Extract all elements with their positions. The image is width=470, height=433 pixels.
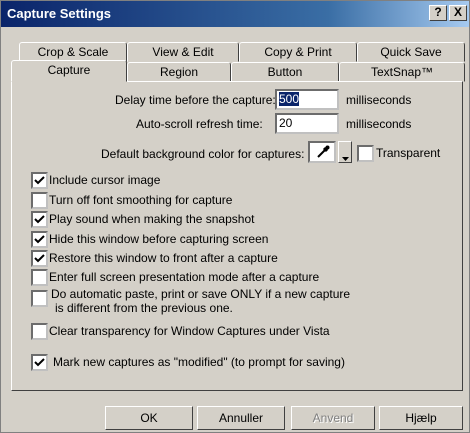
option-label: Enter full screen presentation mode afte…	[49, 270, 320, 284]
transparent-checkbox[interactable]	[357, 145, 374, 162]
checkmark-icon	[34, 235, 45, 244]
ok-button[interactable]: OK	[105, 406, 193, 430]
apply-button-label: Anvend	[312, 411, 354, 425]
eyedropper-icon	[315, 144, 331, 163]
ok-button-label: OK	[140, 411, 158, 425]
option-label: Do automatic paste, print or save ONLY i…	[51, 287, 351, 301]
option-label: Hide this window before capturing screen	[49, 232, 269, 246]
transparent-label: Transparent	[376, 146, 441, 160]
checkmark-icon	[34, 254, 45, 263]
option-label: Include cursor image	[49, 173, 161, 187]
tab-copy-print[interactable]: Copy & Print	[239, 42, 357, 62]
autoscroll-input[interactable]: 20	[275, 113, 339, 134]
capture-settings-dialog: Capture Settings ? X Crop & Scale View &…	[0, 0, 470, 433]
chevron-down-icon	[342, 150, 349, 164]
option-checkbox[interactable]	[31, 269, 48, 286]
tab-crop-scale[interactable]: Crop & Scale	[19, 42, 127, 62]
tab-capture[interactable]: Capture	[11, 60, 127, 82]
tab-textsnap[interactable]: TextSnap™	[339, 62, 465, 82]
color-dropdown-button[interactable]	[338, 141, 352, 163]
checkmark-icon	[34, 215, 45, 224]
apply-button[interactable]: Anvend	[291, 406, 375, 430]
close-button[interactable]: X	[449, 5, 467, 21]
option-label: Clear transparency for Window Captures u…	[49, 324, 330, 338]
option-checkbox[interactable]	[31, 192, 48, 209]
delay-label: Delay time before the capture:	[115, 93, 276, 107]
tab-quick-save[interactable]: Quick Save	[357, 42, 465, 62]
background-color-label: Default background color for captures:	[101, 147, 305, 161]
help-dialog-button[interactable]: Hjælp	[379, 406, 463, 430]
option-checkbox[interactable]	[31, 290, 48, 307]
option-label: Play sound when making the snapshot	[49, 212, 255, 226]
help-dialog-button-label: Hjælp	[405, 411, 437, 425]
autoscroll-value: 20	[279, 116, 293, 130]
window-title: Capture Settings	[7, 6, 112, 21]
option-label: Restore this window to front after a cap…	[49, 251, 278, 265]
autoscroll-unit: milliseconds	[346, 117, 412, 131]
cancel-button-label: Annuller	[218, 411, 264, 425]
tab-button[interactable]: Button	[231, 62, 339, 82]
checkmark-icon	[34, 358, 45, 367]
cancel-button[interactable]: Annuller	[197, 406, 285, 430]
autoscroll-label: Auto-scroll refresh time:	[136, 117, 263, 131]
option-label: Mark new captures as "modified" (to prom…	[53, 355, 345, 369]
option-label: Turn off font smoothing for capture	[49, 193, 233, 207]
option-checkbox[interactable]	[31, 323, 48, 340]
tab-view-edit[interactable]: View & Edit	[127, 42, 239, 62]
option-checkbox[interactable]	[31, 172, 48, 189]
title-bar: Capture Settings ? X	[1, 1, 469, 27]
delay-unit: milliseconds	[346, 93, 412, 107]
delay-input[interactable]: 500	[275, 89, 339, 110]
option-checkbox[interactable]	[31, 354, 48, 371]
option-checkbox[interactable]	[31, 211, 48, 228]
option-label: is different from the previous one.	[55, 301, 233, 315]
background-color-picker[interactable]	[308, 141, 336, 163]
help-button[interactable]: ?	[429, 5, 447, 21]
delay-value: 500	[279, 92, 300, 106]
tab-region[interactable]: Region	[127, 62, 231, 82]
option-checkbox[interactable]	[31, 231, 48, 248]
checkmark-icon	[34, 176, 45, 185]
option-checkbox[interactable]	[31, 250, 48, 267]
